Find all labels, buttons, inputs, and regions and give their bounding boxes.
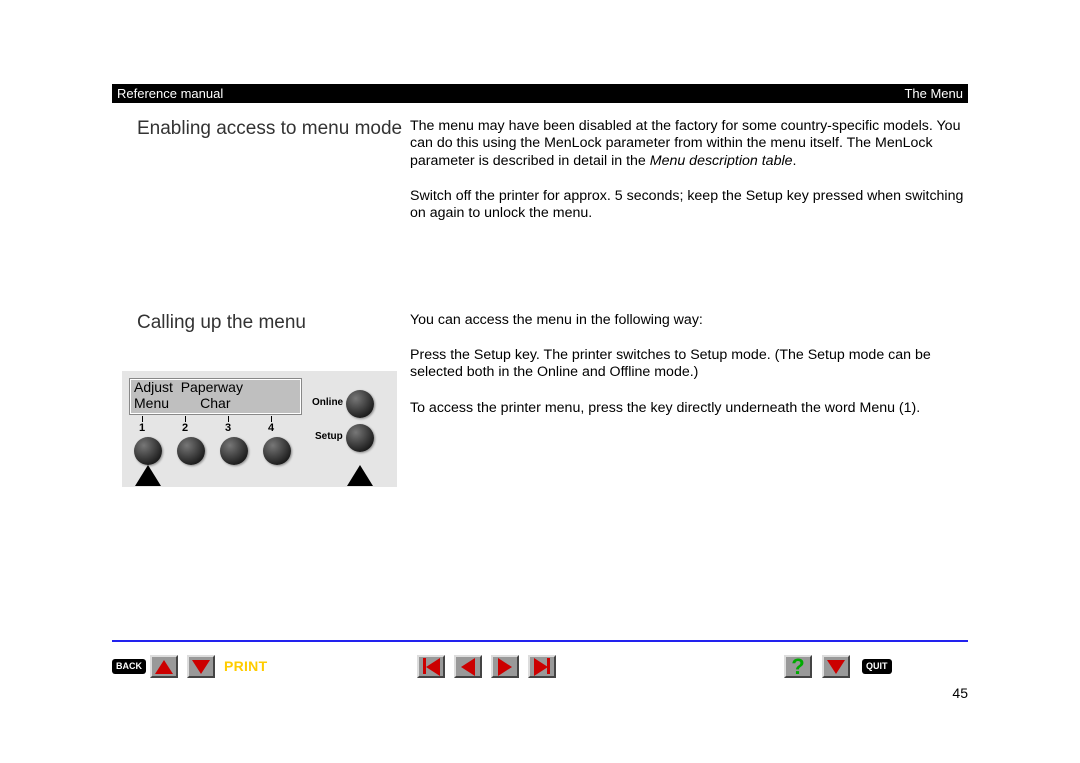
panel-num-2: 2 — [182, 422, 188, 434]
panel-knob-setup — [346, 424, 374, 452]
printer-lcd: Adjust Paperway Menu Char — [129, 378, 302, 415]
panel-arrow-icon-2 — [347, 465, 373, 486]
section2-heading: Calling up the menu — [112, 312, 410, 334]
section1-p1c: . — [793, 153, 797, 169]
section1-heading: Enabling access to menu mode — [112, 118, 410, 140]
triangle-left-icon — [426, 658, 440, 676]
setup-label: Setup — [315, 431, 343, 442]
page-header-bar: Reference manual The Menu — [112, 84, 968, 103]
triangle-down-icon — [192, 660, 210, 674]
right-column-1: The menu may have been disabled at the f… — [410, 118, 968, 241]
online-label: Online — [312, 397, 343, 408]
menu-description-link[interactable]: Menu description table — [650, 153, 793, 169]
page-number: 45 — [952, 685, 968, 701]
left-column: Enabling access to menu mode — [112, 118, 410, 241]
help-button[interactable]: ? — [784, 655, 812, 678]
bar-icon — [423, 658, 426, 674]
section2-p2: Press the Setup key. The printer switche… — [410, 347, 968, 382]
triangle-right-icon — [498, 658, 512, 676]
nav-up-button[interactable] — [150, 655, 178, 678]
panel-knob-2 — [177, 437, 205, 465]
content-area-2: Calling up the menu Adjust Paperway Menu… — [112, 312, 968, 488]
panel-num-1: 1 — [139, 422, 145, 434]
content-area: Enabling access to menu mode The menu ma… — [112, 118, 968, 241]
nav-down-button[interactable] — [187, 655, 215, 678]
left-column-2: Calling up the menu Adjust Paperway Menu… — [112, 312, 410, 488]
nav-next-button[interactable] — [491, 655, 519, 678]
bottom-divider — [112, 640, 968, 642]
triangle-down-icon — [827, 660, 845, 674]
panel-knob-3 — [220, 437, 248, 465]
section2-p3: To access the printer menu, press the ke… — [410, 400, 968, 417]
panel-knob-1 — [134, 437, 162, 465]
triangle-right-icon — [534, 658, 548, 676]
triangle-up-icon — [155, 660, 173, 674]
lcd-row2: Menu Char — [134, 396, 297, 411]
back-button[interactable]: BACK — [112, 659, 146, 674]
page-content: Reference manual The Menu Enabling acces… — [112, 0, 968, 487]
bottom-navbar: BACK PRINT ? QUIT 45 — [112, 655, 968, 685]
triangle-left-icon — [461, 658, 475, 676]
header-left: Reference manual — [117, 84, 223, 103]
section1-p1: The menu may have been disabled at the f… — [410, 118, 968, 170]
nav-last-button[interactable] — [528, 655, 556, 678]
question-mark-icon: ? — [791, 656, 804, 678]
section2-p1: You can access the menu in the following… — [410, 312, 968, 329]
nav-down-button-2[interactable] — [822, 655, 850, 678]
nav-prev-button[interactable] — [454, 655, 482, 678]
bar-icon — [547, 658, 550, 674]
quit-button[interactable]: QUIT — [862, 659, 892, 674]
print-button[interactable]: PRINT — [224, 658, 267, 674]
header-right: The Menu — [904, 84, 963, 103]
panel-knob-4 — [263, 437, 291, 465]
right-column-2: You can access the menu in the following… — [410, 312, 968, 488]
panel-num-4: 4 — [268, 422, 274, 434]
printer-panel-illustration: Adjust Paperway Menu Char 1 2 3 4 — [122, 371, 397, 487]
nav-first-button[interactable] — [417, 655, 445, 678]
lcd-row1: Adjust Paperway — [134, 380, 297, 395]
panel-knob-online — [346, 390, 374, 418]
panel-num-3: 3 — [225, 422, 231, 434]
section1-p2: Switch off the printer for approx. 5 sec… — [410, 188, 968, 223]
panel-arrow-icon — [135, 465, 161, 486]
